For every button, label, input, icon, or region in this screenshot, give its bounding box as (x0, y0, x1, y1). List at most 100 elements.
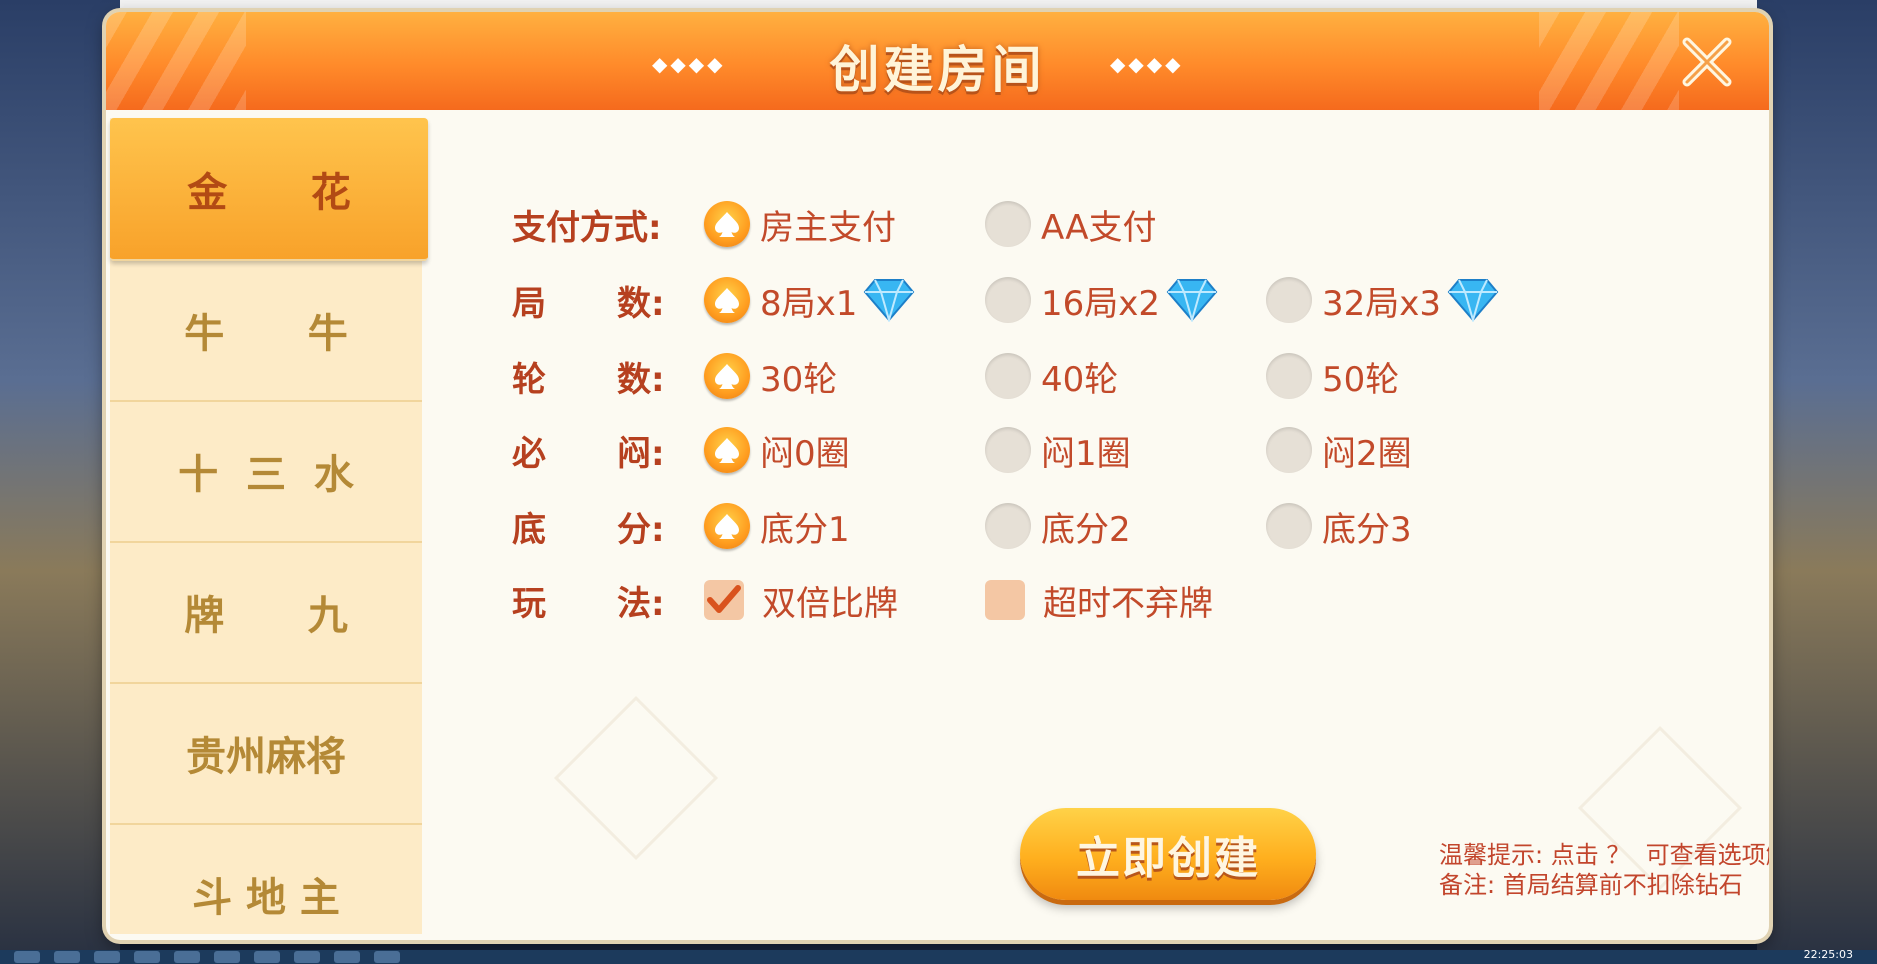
option-label: 超时不弃牌 (1043, 583, 1213, 624)
option-label: 40轮 (1041, 359, 1119, 400)
play-mode-row: 玩 法: 双倍比牌 超时不弃牌 (422, 570, 1722, 630)
spade-icon (715, 514, 739, 539)
rounds-label: 局 数: (512, 284, 665, 324)
create-now-button[interactable]: 立即创建 (1020, 808, 1316, 900)
option-label: 50轮 (1322, 359, 1400, 400)
rounds-32-option[interactable]: 32局x3 (1266, 270, 1499, 330)
tab-doudizhu[interactable]: 斗 地 主 (110, 823, 422, 940)
os-taskbar: 22:25:03 (0, 948, 1877, 964)
hint-line-2: 备注: 首局结算前不扣除钻石 (1439, 871, 1743, 899)
taskbar-app-icon[interactable] (374, 951, 400, 963)
tab-label: 斗 地 主 (192, 874, 340, 921)
radio-selected[interactable] (704, 353, 750, 399)
turns-50-option[interactable]: 50轮 (1266, 346, 1399, 406)
radio-unselected[interactable] (985, 353, 1031, 399)
close-icon (1682, 37, 1732, 87)
option-label: 底分3 (1322, 509, 1412, 550)
spade-icon (715, 438, 739, 463)
taskbar-app-icon[interactable] (134, 951, 160, 963)
radio-selected[interactable] (704, 201, 750, 247)
base-2-option[interactable]: 底分2 (985, 496, 1131, 556)
hint-text: 温馨提示: 点击 ？ 可查看选项解释 备注: 首局结算前不扣除钻石 (1439, 840, 1769, 900)
spade-icon (715, 288, 739, 313)
radio-unselected[interactable] (985, 277, 1031, 323)
option-label: 闷0圈 (760, 433, 850, 474)
tab-label: 金 花 (187, 169, 351, 216)
tab-label: 牌 九 (184, 592, 348, 639)
blind-2-option[interactable]: 闷2圈 (1266, 420, 1412, 480)
radio-unselected[interactable] (1266, 503, 1312, 549)
tab-paijiu[interactable]: 牌 九 (110, 541, 422, 684)
diamond-icon (1166, 279, 1218, 322)
turns-30-option[interactable]: 30轮 (704, 346, 837, 406)
radio-unselected[interactable] (1266, 277, 1312, 323)
play-mode-label: 玩 法: (512, 584, 665, 624)
taskbar-clock: 22:25:03 (1803, 948, 1853, 961)
checkmark-icon (707, 585, 741, 613)
radio-unselected[interactable] (985, 503, 1031, 549)
header-deco-right: ◆◆◆◆ (1110, 52, 1184, 76)
rounds-16-option[interactable]: 16局x2 (985, 270, 1218, 330)
base-score-row: 底 分: 底分1 底分2 底分3 (422, 496, 1722, 556)
base-1-option[interactable]: 底分1 (704, 496, 850, 556)
taskbar-app-icon[interactable] (334, 951, 360, 963)
tab-guizhou-mahjong[interactable]: 贵州麻将 (110, 682, 422, 825)
checkbox-checked[interactable] (704, 580, 744, 620)
tab-label: 牛 牛 (184, 310, 348, 357)
close-button[interactable] (1675, 30, 1739, 94)
rounds-8-option[interactable]: 8局x1 (704, 270, 915, 330)
blind-row: 必 闷: 闷0圈 闷1圈 闷2圈 (422, 420, 1722, 480)
payment-owner-option[interactable]: 房主支付 (704, 194, 896, 254)
turns-40-option[interactable]: 40轮 (985, 346, 1118, 406)
blind-1-option[interactable]: 闷1圈 (985, 420, 1131, 480)
taskbar-app-icon[interactable] (254, 951, 280, 963)
option-label: 16局x2 (1041, 283, 1161, 324)
payment-label: 支付方式: (512, 208, 662, 248)
timeout-no-fold-checkbox[interactable]: 超时不弃牌 (985, 570, 1213, 630)
turns-label: 轮 数: (512, 360, 665, 400)
taskbar-app-icon[interactable] (14, 951, 40, 963)
payment-aa-option[interactable]: AA支付 (985, 194, 1156, 254)
radio-selected[interactable] (704, 427, 750, 473)
option-label: 32局x3 (1322, 283, 1442, 324)
dialog-title: 创建房间 (829, 41, 1046, 99)
tab-niuniu[interactable]: 牛 牛 (110, 259, 422, 402)
diamond-icon (864, 279, 915, 322)
game-type-sidebar: 金 花 牛 牛 十 三 水 牌 九 贵州麻将 斗 地 主 (110, 118, 428, 934)
option-label: 30轮 (760, 359, 838, 400)
background-stadium-left (0, 0, 120, 952)
spade-icon (715, 212, 739, 237)
base-score-label: 底 分: (512, 510, 665, 550)
tab-jinhua[interactable]: 金 花 (110, 118, 428, 261)
dialog-header: ◆◆◆◆ 创建房间 ◆◆◆◆ (106, 12, 1769, 110)
taskbar-app-icon[interactable] (94, 951, 120, 963)
option-label: AA支付 (1041, 207, 1157, 248)
blind-0-option[interactable]: 闷0圈 (704, 420, 850, 480)
checkbox-unchecked[interactable] (985, 580, 1025, 620)
browser-top-strip (0, 0, 1877, 11)
radio-selected[interactable] (704, 277, 750, 323)
blind-label: 必 闷: (512, 434, 665, 474)
taskbar-app-icon[interactable] (214, 951, 240, 963)
tab-label: 贵州麻将 (186, 733, 346, 780)
radio-unselected[interactable] (1266, 427, 1312, 473)
taskbar-app-icon[interactable] (54, 951, 80, 963)
radio-selected[interactable] (704, 503, 750, 549)
radio-unselected[interactable] (985, 201, 1031, 247)
hint-line-1: 温馨提示: 点击 ？ 可查看选项解释 (1439, 841, 1769, 869)
taskbar-app-icon[interactable] (174, 951, 200, 963)
diamond-icon (1447, 279, 1499, 322)
radio-unselected[interactable] (985, 427, 1031, 473)
payment-row: 支付方式: 房主支付 AA支付 (422, 194, 1722, 254)
turns-row: 轮 数: 30轮 40轮 50轮 (422, 346, 1722, 406)
tab-label: 十 三 水 (178, 451, 354, 498)
radio-unselected[interactable] (1266, 353, 1312, 399)
double-compare-checkbox[interactable]: 双倍比牌 (704, 570, 898, 630)
taskbar-app-icon[interactable] (294, 951, 320, 963)
create-room-dialog: ◆◆◆◆ 创建房间 ◆◆◆◆ 金 花 牛 牛 十 三 水 牌 九 贵州麻将 斗 … (106, 12, 1769, 940)
rounds-row: 局 数: 8局x1 16局x2 32局x3 (422, 270, 1722, 330)
option-label: 8局x1 (760, 283, 858, 324)
base-3-option[interactable]: 底分3 (1266, 496, 1412, 556)
option-label: 底分2 (1041, 509, 1131, 550)
tab-shisanshui[interactable]: 十 三 水 (110, 400, 422, 543)
